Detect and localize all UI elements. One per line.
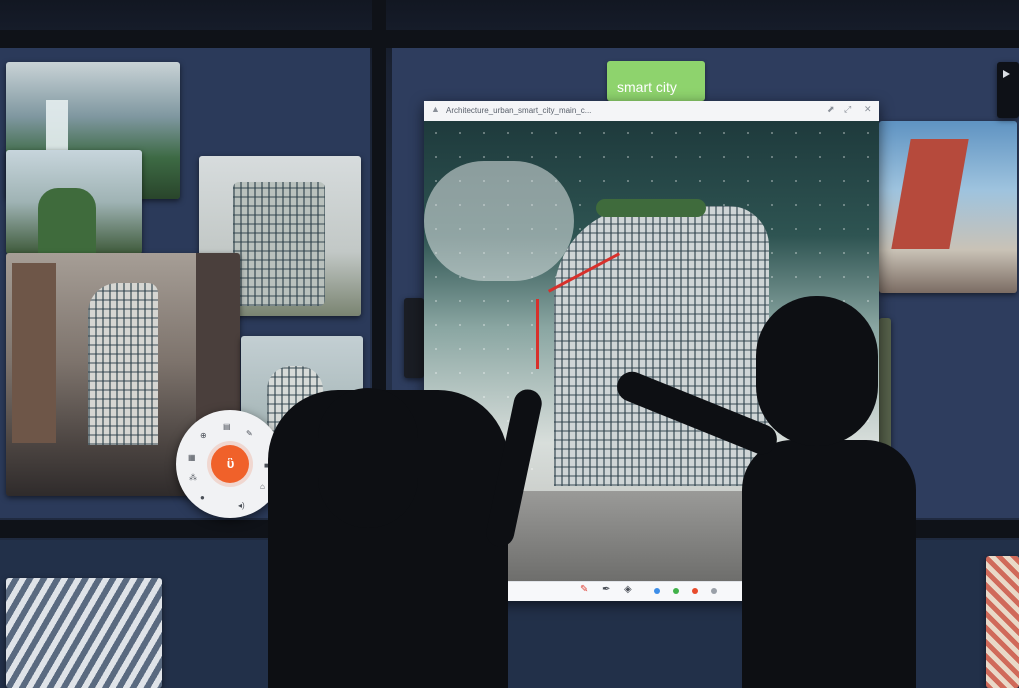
image-file-icon: ▲ bbox=[431, 104, 440, 114]
smart-city-tag-label: smart city bbox=[617, 79, 677, 95]
marker-tool-icon[interactable]: ✒ bbox=[602, 585, 610, 595]
smart-city-tag[interactable]: smart city bbox=[607, 61, 705, 101]
launcher-logo: ὓ bbox=[226, 456, 235, 471]
image-card-green-tower[interactable] bbox=[6, 150, 142, 254]
pin-icon[interactable]: ⬈ bbox=[827, 105, 835, 114]
white-skyscraper bbox=[88, 283, 158, 445]
image-card-crosswalk[interactable] bbox=[6, 578, 162, 688]
image-card-edge[interactable] bbox=[986, 556, 1019, 688]
volume-icon[interactable]: ◂) bbox=[238, 502, 245, 510]
bezel-top bbox=[0, 30, 1019, 48]
person-right-silhouette bbox=[742, 440, 916, 688]
expand-icon[interactable]: ⤢ bbox=[844, 105, 851, 114]
color-gray-button[interactable] bbox=[711, 588, 717, 594]
apps-icon[interactable]: ⁂ bbox=[189, 474, 197, 482]
stacked-building bbox=[233, 182, 325, 306]
note-icon[interactable]: ▤ bbox=[223, 423, 231, 431]
play-icon bbox=[1003, 70, 1010, 78]
search-icon[interactable]: ⊕ bbox=[200, 432, 207, 440]
grid-icon[interactable]: ▦ bbox=[188, 454, 196, 462]
window-titlebar[interactable]: ▲ Architecture_urban_smart_city_main_c..… bbox=[424, 101, 879, 122]
image-card-small-side[interactable] bbox=[404, 298, 424, 378]
rooftop-garden bbox=[596, 199, 706, 217]
window-filename: Architecture_urban_smart_city_main_c... bbox=[446, 106, 592, 115]
close-icon[interactable]: ✕ bbox=[864, 105, 872, 114]
eraser-tool-icon[interactable]: ◈ bbox=[624, 585, 632, 595]
red-annotation-stroke bbox=[536, 299, 539, 369]
left-tower bbox=[12, 263, 56, 443]
pen-tool-icon[interactable]: ✎ bbox=[580, 585, 588, 595]
chat-icon[interactable]: ● bbox=[200, 494, 205, 502]
color-green-button[interactable] bbox=[673, 588, 679, 594]
pen-icon[interactable]: ✎ bbox=[246, 430, 253, 438]
image-card-partial-top-right[interactable] bbox=[997, 62, 1019, 118]
green-spiral-tower bbox=[38, 188, 96, 254]
angular-tower bbox=[891, 139, 969, 249]
person-left-head bbox=[318, 388, 418, 528]
color-blue-button[interactable] bbox=[654, 588, 660, 594]
cloud bbox=[424, 161, 574, 281]
home-icon[interactable]: ⌂ bbox=[260, 483, 265, 491]
person-right-head bbox=[756, 296, 878, 446]
launcher-logo-button[interactable]: ὓ bbox=[211, 445, 249, 483]
image-card-angular-building[interactable] bbox=[879, 121, 1017, 293]
color-red-button[interactable] bbox=[692, 588, 698, 594]
